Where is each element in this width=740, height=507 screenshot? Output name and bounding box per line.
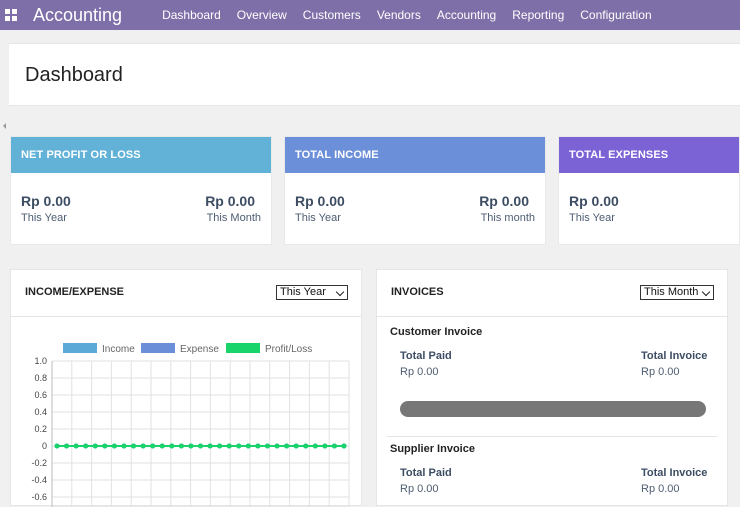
data-point <box>54 443 60 449</box>
kpi-total-expenses-year-value: Rp 0.00 <box>569 193 619 209</box>
data-point <box>293 443 299 449</box>
nav-configuration[interactable]: Configuration <box>580 8 651 22</box>
chevron-down-icon <box>335 287 345 297</box>
chevron-down-icon <box>701 287 711 297</box>
data-point <box>226 443 232 449</box>
data-point <box>178 443 184 449</box>
legend-label: Income <box>102 344 135 355</box>
income-expense-title: INCOME/EXPENSE <box>25 286 125 298</box>
supplier-total-invoice-value: Rp 0.00 <box>641 483 680 495</box>
y-tick-label: 0.2 <box>34 424 47 434</box>
kpi-net-profit-month-label: This Month <box>206 212 261 224</box>
data-point <box>274 443 280 449</box>
data-point <box>169 443 175 449</box>
income-expense-period-value: This Year <box>280 286 326 298</box>
customer-total-paid-value: Rp 0.00 <box>400 366 439 378</box>
data-point <box>217 443 223 449</box>
kpi-net-profit-card: NET PROFIT OR LOSS Rp 0.00 This Year Rp … <box>10 136 272 245</box>
y-tick-label: -0.6 <box>31 492 47 502</box>
y-tick-label: 1.0 <box>34 356 47 366</box>
data-point <box>92 443 98 449</box>
data-point <box>131 443 137 449</box>
nav-dashboard[interactable]: Dashboard <box>162 8 221 22</box>
legend-swatch <box>141 343 175 353</box>
data-point <box>111 443 117 449</box>
data-point <box>255 443 261 449</box>
kpi-total-income-year-value: Rp 0.00 <box>295 193 345 209</box>
y-tick-label: 0.8 <box>34 373 47 383</box>
data-point <box>102 443 108 449</box>
panel-divider <box>377 316 727 317</box>
data-point <box>188 443 194 449</box>
data-point <box>303 443 309 449</box>
collapse-arrow-icon[interactable] <box>3 123 6 129</box>
customer-invoice-heading: Customer Invoice <box>390 326 483 338</box>
y-tick-label: 0 <box>42 441 47 451</box>
data-point <box>236 443 242 449</box>
data-point <box>159 443 165 449</box>
kpi-net-profit-year-label: This Year <box>21 212 67 224</box>
y-tick-label: 0.4 <box>34 407 47 417</box>
y-tick-label: -0.4 <box>31 475 47 485</box>
invoices-panel: INVOICES This Month Customer Invoice Tot… <box>376 269 728 506</box>
nav-overview[interactable]: Overview <box>237 8 287 22</box>
nav-vendors[interactable]: Vendors <box>377 8 421 22</box>
kpi-total-expenses-title: TOTAL EXPENSES <box>559 137 739 173</box>
data-point <box>73 443 79 449</box>
kpi-total-expenses-card: TOTAL EXPENSES Rp 0.00 This Year <box>558 136 740 245</box>
legend-swatch <box>226 343 260 353</box>
apps-menu-icon[interactable] <box>5 9 17 21</box>
invoice-divider <box>387 436 717 437</box>
supplier-total-paid-label: Total Paid <box>400 467 452 479</box>
kpi-total-expenses-year-label: This Year <box>569 212 615 224</box>
data-point <box>83 443 89 449</box>
nav-customers[interactable]: Customers <box>303 8 361 22</box>
y-tick-label: 0.6 <box>34 390 47 400</box>
customer-total-paid-label: Total Paid <box>400 350 452 362</box>
kpi-total-income-month-value: Rp 0.00 <box>479 193 529 209</box>
invoices-title: INVOICES <box>391 286 444 298</box>
data-point <box>322 443 328 449</box>
kpi-total-income-card: TOTAL INCOME Rp 0.00 This Year Rp 0.00 T… <box>284 136 546 245</box>
income-expense-chart: 1.0 0.8 0.6 0.4 0.2 0 -0.2 -0.4 -0.6 Income Expens… <box>31 343 350 507</box>
app-title[interactable]: Accounting <box>33 5 122 26</box>
supplier-invoice-heading: Supplier Invoice <box>390 443 475 455</box>
data-point <box>312 443 318 449</box>
nav-accounting[interactable]: Accounting <box>437 8 496 22</box>
supplier-total-invoice-label: Total Invoice <box>641 467 708 479</box>
kpi-net-profit-month-value: Rp 0.00 <box>205 193 255 209</box>
data-point <box>245 443 251 449</box>
kpi-total-income-year-label: This Year <box>295 212 341 224</box>
customer-invoice-progress-bar <box>400 401 706 417</box>
invoices-period-value: This Month <box>644 286 699 298</box>
income-expense-panel: INCOME/EXPENSE This Year 1.0 0.8 0.6 0.4 0.2… <box>10 269 362 507</box>
data-point <box>264 443 270 449</box>
legend-label: Expense <box>180 344 219 355</box>
data-point <box>64 443 70 449</box>
income-expense-period-select[interactable]: This Year <box>276 285 348 300</box>
customer-total-invoice-value: Rp 0.00 <box>641 366 680 378</box>
data-point <box>198 443 203 449</box>
kpi-net-profit-year-value: Rp 0.00 <box>21 193 71 209</box>
page-title: Dashboard <box>25 64 123 86</box>
y-tick-label: -0.2 <box>31 458 47 468</box>
data-point <box>331 443 337 449</box>
legend-swatch <box>63 343 97 353</box>
data-point <box>121 443 127 449</box>
supplier-total-paid-value: Rp 0.00 <box>400 483 439 495</box>
control-panel: Dashboard <box>9 43 740 106</box>
customer-total-invoice-label: Total Invoice <box>641 350 708 362</box>
data-point <box>284 443 290 449</box>
data-point <box>150 443 156 449</box>
nav-reporting[interactable]: Reporting <box>512 8 564 22</box>
top-navbar: Accounting Dashboard Overview Customers … <box>0 0 740 30</box>
data-point <box>341 443 347 449</box>
kpi-total-income-month-label: This month <box>480 212 535 224</box>
data-point <box>207 443 213 449</box>
kpi-net-profit-title: NET PROFIT OR LOSS <box>11 137 271 173</box>
invoices-period-select[interactable]: This Month <box>640 285 714 300</box>
data-point <box>140 443 146 449</box>
legend-label: Profit/Loss <box>265 344 312 355</box>
kpi-total-income-title: TOTAL INCOME <box>285 137 545 173</box>
